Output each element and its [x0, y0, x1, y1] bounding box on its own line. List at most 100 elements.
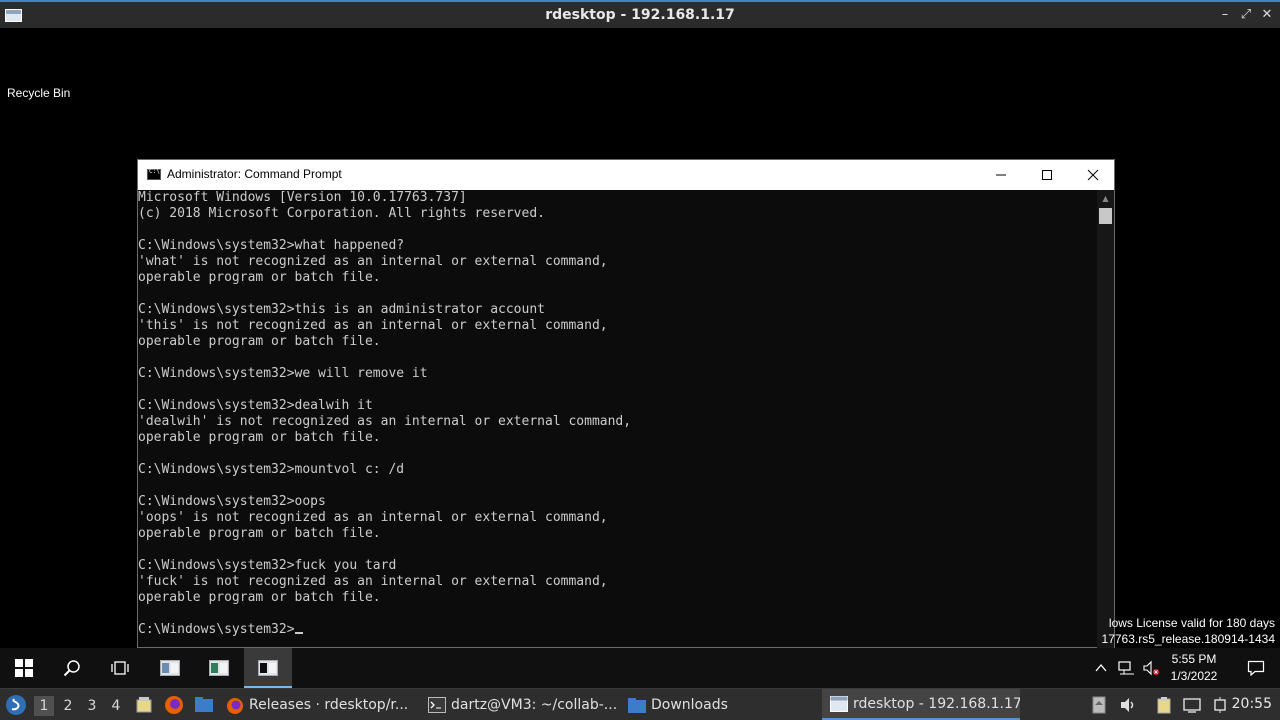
text-cursor — [294, 632, 303, 634]
clock-date: 1/3/2022 — [1170, 669, 1218, 683]
linux-panel: 1234 Releases · rdesktop/r... dartz@VM3: … — [0, 688, 1280, 720]
start-button[interactable] — [0, 648, 48, 688]
restore-icon[interactable]: ⤢ — [1238, 7, 1254, 22]
console-line: C:\Windows\system32>dealwih it — [138, 398, 1098, 414]
command-prompt-window[interactable]: Administrator: Command Prompt Microsoft … — [137, 159, 1115, 649]
volume-icon[interactable] — [1119, 696, 1137, 714]
console-line: operable program or batch file. — [138, 334, 1098, 350]
volume-muted-icon[interactable] — [1142, 660, 1160, 676]
console-line: (c) 2018 Microsoft Corporation. All righ… — [138, 206, 1098, 222]
taskbar-app-1[interactable] — [146, 648, 194, 688]
scrollbar[interactable]: ▲ — [1097, 190, 1114, 649]
remote-desktop[interactable]: Recycle Bin Administrator: Command Promp… — [0, 28, 1280, 649]
console-line-text: C:\Windows\system32>what happened? — [138, 238, 405, 253]
console-line: Microsoft Windows [Version 10.0.17763.73… — [138, 190, 1098, 206]
panel-task-2[interactable]: dartz@VM3: ~/collab-... — [424, 689, 619, 720]
close-button[interactable] — [1070, 160, 1116, 190]
panel-task-label: Releases · rdesktop/r... — [249, 696, 409, 713]
minimize-button[interactable] — [978, 160, 1024, 190]
console-line: C:\Windows\system32>mountvol c: /d — [138, 462, 1098, 478]
chevron-up-icon[interactable] — [1094, 661, 1108, 675]
workspace-1[interactable]: 1 — [34, 696, 54, 716]
console-line-text: 'dealwih' is not recognized as an intern… — [138, 414, 632, 429]
console-line: C:\Windows\system32> — [138, 622, 1098, 638]
workspace-4[interactable]: 4 — [106, 696, 126, 716]
network-icon[interactable] — [1118, 660, 1136, 676]
taskbar-command-prompt[interactable] — [244, 648, 292, 688]
task-view-icon — [111, 661, 129, 675]
tray-app-icon[interactable] — [1090, 696, 1108, 714]
console-line-text: 'oops' is not recognized as an internal … — [138, 510, 608, 525]
minimize-icon[interactable]: – — [1217, 7, 1233, 22]
console-line: operable program or batch file. — [138, 526, 1098, 542]
console-output[interactable]: Microsoft Windows [Version 10.0.17763.73… — [138, 190, 1098, 649]
console-line: C:\Windows\system32>we will remove it — [138, 366, 1098, 382]
scroll-up-icon[interactable]: ▲ — [1097, 190, 1114, 207]
panel-task-3[interactable]: Downloads — [624, 689, 814, 720]
console-line: operable program or batch file. — [138, 270, 1098, 286]
console-line-text: C:\Windows\system32>this is an administr… — [138, 302, 545, 317]
console-line-text: C:\Windows\system32>mountvol c: /d — [138, 462, 405, 477]
console-line: 'what' is not recognized as an internal … — [138, 254, 1098, 270]
search-icon — [63, 660, 80, 677]
console-line-text: operable program or batch file. — [138, 526, 381, 541]
window-icon — [830, 695, 848, 712]
command-prompt-icon — [147, 168, 161, 180]
console-line-text: C:\Windows\system32>fuck you tard — [138, 558, 397, 573]
panel-task-label: dartz@VM3: ~/collab-... — [451, 696, 618, 713]
panel-task-1[interactable]: Releases · rdesktop/r... — [222, 689, 412, 720]
task-view-button[interactable] — [96, 648, 144, 688]
close-icon[interactable]: ✕ — [1259, 7, 1275, 22]
maximize-button[interactable] — [1024, 160, 1070, 190]
console-line-text: operable program or batch file. — [138, 590, 381, 605]
maximize-icon — [1042, 170, 1052, 180]
window-title: rdesktop - 192.168.1.17 — [545, 7, 735, 23]
console-line-text: 'fuck' is not recognized as an internal … — [138, 574, 608, 589]
cmd-title-bar[interactable]: Administrator: Command Prompt — [138, 160, 1114, 190]
console-line: C:\Windows\system32>this is an administr… — [138, 302, 1098, 318]
console-line-text: C:\Windows\system32>we will remove it — [138, 366, 428, 381]
firefox-icon — [226, 697, 244, 714]
panel-task-4[interactable]: rdesktop - 192.168.1.17 — [822, 689, 1020, 720]
taskbar-app-2[interactable] — [195, 648, 243, 688]
console-line-text: operable program or batch file. — [138, 270, 381, 285]
console-line-text: 'what' is not recognized as an internal … — [138, 254, 608, 269]
folder-icon — [628, 697, 646, 713]
menu-icon[interactable] — [5, 694, 27, 716]
action-center-button[interactable] — [1232, 648, 1280, 688]
network-icon[interactable] — [1211, 696, 1229, 714]
console-line-text: operable program or batch file. — [138, 334, 381, 349]
console-line: 'dealwih' is not recognized as an intern… — [138, 414, 1098, 430]
scroll-thumb[interactable] — [1099, 208, 1112, 224]
app-icon — [160, 660, 180, 676]
console-line: C:\Windows\system32>oops — [138, 494, 1098, 510]
console-line-text: C:\Windows\system32> — [138, 622, 295, 637]
console-line-text: C:\Windows\system32>dealwih it — [138, 398, 373, 413]
clock[interactable]: 5:55 PM 1/3/2022 — [1160, 651, 1228, 685]
workspace-3[interactable]: 3 — [82, 696, 102, 716]
rdesktop-title-bar[interactable]: rdesktop - 192.168.1.17 – ⤢ ✕ — [0, 0, 1280, 28]
panel-task-label: Downloads — [651, 696, 728, 713]
panel-task-label: rdesktop - 192.168.1.17 — [853, 695, 1020, 712]
notifications-icon — [1247, 660, 1265, 676]
console-line: 'fuck' is not recognized as an internal … — [138, 574, 1098, 590]
clipboard-icon[interactable] — [1155, 696, 1173, 714]
panel-clock[interactable]: 20:55 — [1232, 696, 1272, 712]
display-icon[interactable] — [1183, 696, 1201, 714]
folder-icon[interactable] — [194, 695, 214, 715]
recycle-bin-label[interactable]: Recycle Bin — [7, 86, 70, 100]
app-icon — [209, 660, 229, 676]
workspace-2[interactable]: 2 — [58, 696, 78, 716]
console-line: 'this' is not recognized as an internal … — [138, 318, 1098, 334]
activation-watermark-line1: lows License valid for 180 days — [1108, 616, 1275, 630]
console-line-text: (c) 2018 Microsoft Corporation. All righ… — [138, 206, 545, 221]
firefox-icon[interactable] — [164, 695, 184, 715]
search-button[interactable] — [48, 648, 96, 688]
file-manager-icon[interactable] — [135, 696, 153, 714]
